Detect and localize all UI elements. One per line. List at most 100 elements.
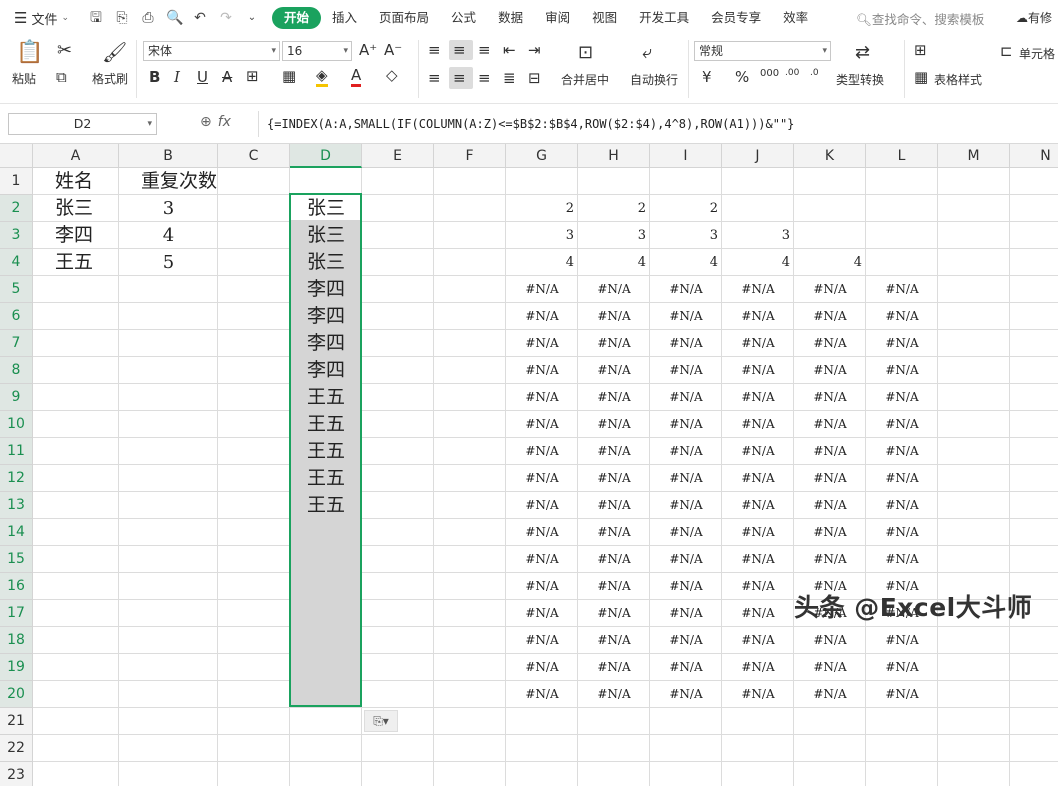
cell-L11[interactable]: #N/A [866, 438, 938, 465]
column-header-J[interactable]: J [722, 144, 794, 168]
cell-D13[interactable]: 王五 [290, 492, 362, 519]
cell-A2[interactable]: 张三 [33, 195, 119, 222]
currency-icon[interactable]: ¥ [702, 68, 712, 86]
cell-L8[interactable]: #N/A [866, 357, 938, 384]
cell-K10[interactable]: #N/A [794, 411, 866, 438]
row-header-21[interactable]: 21 [0, 708, 33, 735]
column-header-L[interactable]: L [866, 144, 938, 168]
table-style-button[interactable]: 表格样式 [934, 71, 982, 88]
cell-D11[interactable]: 王五 [290, 438, 362, 465]
cell-G14[interactable]: #N/A [506, 519, 578, 546]
cell-I6[interactable]: #N/A [650, 303, 722, 330]
cell-D4[interactable]: 张三 [290, 249, 362, 276]
cell-H4[interactable]: 4 [578, 249, 650, 276]
cell-G10[interactable]: #N/A [506, 411, 578, 438]
cell-I15[interactable]: #N/A [650, 546, 722, 573]
thousands-icon[interactable]: 000 [760, 68, 779, 79]
cell-G8[interactable]: #N/A [506, 357, 578, 384]
align-center-icon[interactable]: ≡ [453, 69, 466, 87]
cell-K9[interactable]: #N/A [794, 384, 866, 411]
cell-D5[interactable]: 李四 [290, 276, 362, 303]
underline-icon[interactable]: U [197, 68, 208, 86]
tab-4[interactable]: 数据 [487, 7, 534, 29]
decrease-decimal-icon[interactable]: .0 [810, 68, 819, 78]
print-preview-icon[interactable]: 🔍 [166, 10, 183, 26]
print-icon[interactable]: ⎙ [140, 10, 156, 26]
column-header-N[interactable]: N [1010, 144, 1058, 168]
spreadsheet-grid[interactable]: A B C D E F G H I J K L M N 1 2 3 4 5 6 7 8 9 10 11 12 13 14 15 16 17 1… [0, 144, 1058, 786]
merge-center-button[interactable]: 合并居中 [561, 71, 609, 88]
cell-I9[interactable]: #N/A [650, 384, 722, 411]
tab-3[interactable]: 公式 [440, 7, 487, 29]
formula-input[interactable]: {=INDEX(A:A,SMALL(IF(COLUMN(A:Z)<=$B$2:$… [258, 111, 1058, 137]
cell-B3[interactable]: 4 [119, 222, 218, 249]
cell-K15[interactable]: #N/A [794, 546, 866, 573]
cell-L19[interactable]: #N/A [866, 654, 938, 681]
cell-G11[interactable]: #N/A [506, 438, 578, 465]
table-style-icon[interactable]: ▦ [914, 68, 928, 86]
row-header-18[interactable]: 18 [0, 627, 33, 654]
tab-2[interactable]: 页面布局 [368, 7, 440, 29]
cell-G17[interactable]: #N/A [506, 600, 578, 627]
tab-8[interactable]: 会员专享 [700, 7, 772, 29]
cell-I17[interactable]: #N/A [650, 600, 722, 627]
indent-icon[interactable]: ⇥ [528, 41, 541, 59]
cell-K14[interactable]: #N/A [794, 519, 866, 546]
cell-L12[interactable]: #N/A [866, 465, 938, 492]
fill-color-icon[interactable]: ◈ [316, 66, 328, 87]
cell-J5[interactable]: #N/A [722, 276, 794, 303]
cell-B2[interactable]: 3 [119, 195, 218, 222]
cell-L15[interactable]: #N/A [866, 546, 938, 573]
increase-decimal-icon[interactable]: .00 [785, 68, 799, 78]
cell-H9[interactable]: #N/A [578, 384, 650, 411]
row-header-22[interactable]: 22 [0, 735, 33, 762]
row-header-2[interactable]: 2 [0, 195, 33, 222]
cell-J7[interactable]: #N/A [722, 330, 794, 357]
distribute-icon[interactable]: ⊟ [528, 69, 541, 87]
cell-button[interactable]: 单元格 [1019, 45, 1055, 62]
save-icon[interactable]: 🖫 [88, 10, 104, 26]
cell-H6[interactable]: #N/A [578, 303, 650, 330]
cell-I8[interactable]: #N/A [650, 357, 722, 384]
wrap-text-icon[interactable]: ⤶ [642, 42, 652, 63]
justify-icon[interactable]: ≣ [503, 69, 516, 87]
tab-5[interactable]: 审阅 [534, 7, 581, 29]
cell-B4[interactable]: 5 [119, 249, 218, 276]
row-header-14[interactable]: 14 [0, 519, 33, 546]
cell-A1[interactable]: 姓名 [33, 168, 119, 195]
cell-H8[interactable]: #N/A [578, 357, 650, 384]
cell-D10[interactable]: 王五 [290, 411, 362, 438]
cell-K7[interactable]: #N/A [794, 330, 866, 357]
row-header-6[interactable]: 6 [0, 303, 33, 330]
cell-G9[interactable]: #N/A [506, 384, 578, 411]
cell-J16[interactable]: #N/A [722, 573, 794, 600]
cell-J15[interactable]: #N/A [722, 546, 794, 573]
cell-L7[interactable]: #N/A [866, 330, 938, 357]
column-header-B[interactable]: B [119, 144, 218, 168]
align-bottom-icon[interactable]: ≡ [478, 41, 491, 59]
cell-J19[interactable]: #N/A [722, 654, 794, 681]
cell-H18[interactable]: #N/A [578, 627, 650, 654]
row-header-4[interactable]: 4 [0, 249, 33, 276]
name-box[interactable]: D2 ▾ [8, 113, 157, 135]
cond-format-icon[interactable]: ⊞ [914, 41, 927, 59]
cell-G20[interactable]: #N/A [506, 681, 578, 708]
decrease-font-icon[interactable]: A⁻ [384, 41, 402, 59]
font-size-select[interactable]: 16 ▾ [282, 41, 352, 61]
cell-H20[interactable]: #N/A [578, 681, 650, 708]
cell-K12[interactable]: #N/A [794, 465, 866, 492]
wrap-text-button[interactable]: 自动换行 [630, 71, 678, 88]
tab-9[interactable]: 效率 [772, 7, 819, 29]
undo-icon[interactable]: ↶ [192, 10, 208, 26]
cell-D9[interactable]: 王五 [290, 384, 362, 411]
cell-H19[interactable]: #N/A [578, 654, 650, 681]
cell-H3[interactable]: 3 [578, 222, 650, 249]
cell-I11[interactable]: #N/A [650, 438, 722, 465]
format-painter-button[interactable]: 格式刷 [92, 70, 128, 87]
outdent-icon[interactable]: ⇤ [503, 41, 516, 59]
cell-D8[interactable]: 李四 [290, 357, 362, 384]
tab-0[interactable]: 开始 [272, 7, 322, 29]
cell-I5[interactable]: #N/A [650, 276, 722, 303]
type-convert-button[interactable]: 类型转换 [836, 71, 884, 88]
row-header-19[interactable]: 19 [0, 654, 33, 681]
